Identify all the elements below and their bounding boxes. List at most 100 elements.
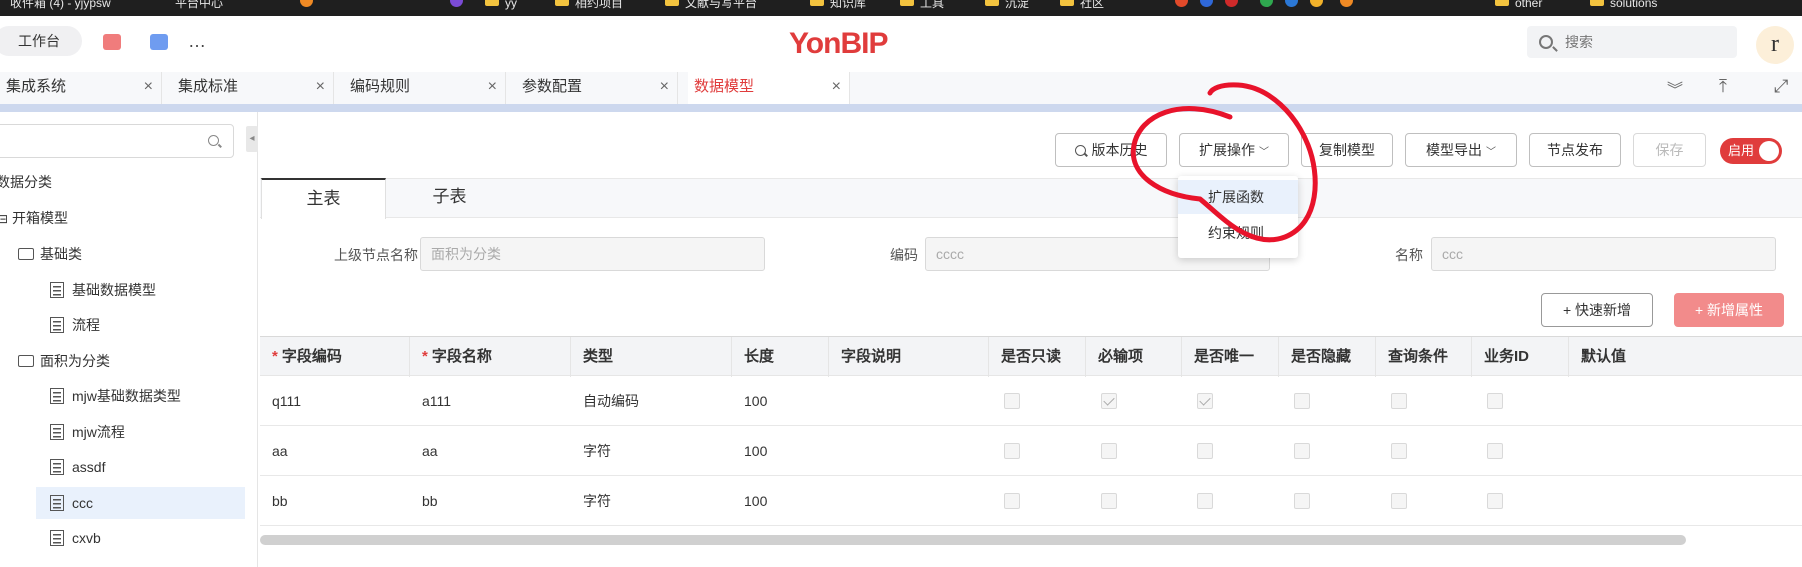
bookmark-dot-icon[interactable] xyxy=(1285,0,1298,16)
bizid-checkbox[interactable] xyxy=(1487,443,1503,459)
bookmark-item[interactable]: 工具 xyxy=(900,0,944,16)
column-header[interactable]: 字段说明 xyxy=(829,337,989,377)
readonly-checkbox[interactable] xyxy=(1004,493,1020,509)
tab-integration-standard[interactable]: 集成标准 × xyxy=(172,72,334,106)
parent-node-field[interactable]: 面积为分类 xyxy=(420,237,765,271)
menu-item-constraint-rules[interactable]: 约束规则 xyxy=(1178,216,1298,250)
fullscreen-icon[interactable]: ⤢ xyxy=(1774,76,1788,97)
unique-checkbox[interactable] xyxy=(1197,493,1213,509)
column-header[interactable]: * 字段名称 xyxy=(410,337,571,377)
hidden-checkbox[interactable] xyxy=(1294,393,1310,409)
unique-checkbox[interactable] xyxy=(1197,443,1213,459)
close-icon[interactable]: × xyxy=(316,72,325,102)
tree-node-ccc[interactable]: ccc xyxy=(36,487,245,519)
tab-data-model[interactable]: 数据模型 × xyxy=(688,72,850,106)
upload-icon[interactable]: ⤒ xyxy=(1719,76,1727,97)
close-icon[interactable]: × xyxy=(144,72,153,102)
bookmark-item[interactable]: other xyxy=(1495,0,1542,16)
readonly-checkbox[interactable] xyxy=(1004,393,1020,409)
tab-param-config[interactable]: 参数配置 × xyxy=(516,72,678,106)
column-header[interactable]: 是否隐藏 xyxy=(1279,337,1376,377)
chevrons-down-icon[interactable]: ︾ xyxy=(1667,76,1683,100)
bookmark-item[interactable]: 社区 xyxy=(1060,0,1104,16)
tree-node-data-category[interactable]: 数据分类 xyxy=(0,166,52,198)
close-icon[interactable]: × xyxy=(832,72,841,102)
column-header[interactable]: 类型 xyxy=(571,337,732,377)
close-icon[interactable]: × xyxy=(488,72,497,102)
bookmark-item[interactable]: 知识库 xyxy=(810,0,866,16)
tree-node-boxed-models[interactable]: ⊟ 开箱模型 xyxy=(0,202,68,234)
bookmark-item[interactable]: 收件箱 (4) - yjypsw xyxy=(10,0,111,16)
tree-node-flow[interactable]: 流程 xyxy=(50,309,100,341)
version-history-button[interactable]: 版本历史 xyxy=(1055,133,1167,167)
column-header[interactable]: 是否只读 xyxy=(989,337,1086,377)
column-header[interactable]: 长度 xyxy=(732,337,829,377)
collapse-sidebar-handle[interactable]: ◂ xyxy=(246,126,258,152)
table-row[interactable]: q111 a111 自动编码 100 xyxy=(260,376,1802,426)
global-search[interactable] xyxy=(1527,26,1737,58)
query-checkbox[interactable] xyxy=(1391,493,1407,509)
tree-node-area-category[interactable]: 面积为分类 xyxy=(18,345,110,377)
bookmark-item[interactable]: yy xyxy=(485,0,517,16)
tree-node-basic-data-model[interactable]: 基础数据模型 xyxy=(50,274,156,306)
avatar[interactable]: r xyxy=(1756,26,1794,64)
name-field[interactable]: ccc xyxy=(1431,237,1776,271)
node-publish-button[interactable]: 节点发布 xyxy=(1529,133,1621,167)
column-header[interactable]: 是否唯一 xyxy=(1182,337,1279,377)
table-row[interactable]: aa aa 字符 100 xyxy=(260,426,1802,476)
tree-search-input[interactable] xyxy=(0,124,234,158)
app-icon-blue[interactable] xyxy=(150,34,168,50)
bookmark-item[interactable]: 相约项目 xyxy=(555,0,623,16)
bookmark-dot-icon[interactable] xyxy=(1340,0,1353,16)
bookmark-dot-icon[interactable] xyxy=(1225,0,1238,16)
tab-main-table[interactable]: 主表 xyxy=(261,178,386,219)
column-header[interactable]: * 字段编码 xyxy=(260,337,410,377)
bizid-checkbox[interactable] xyxy=(1487,493,1503,509)
bookmark-dot-icon[interactable] xyxy=(300,0,313,16)
bookmark-dot-icon[interactable] xyxy=(1260,0,1273,16)
readonly-checkbox[interactable] xyxy=(1004,443,1020,459)
bookmark-dot-icon[interactable] xyxy=(1175,0,1188,16)
bookmark-dot-icon[interactable] xyxy=(1310,0,1323,16)
column-header[interactable]: 必输项 xyxy=(1086,337,1182,377)
more-icon[interactable]: … xyxy=(188,32,207,50)
app-icon-red[interactable] xyxy=(103,34,121,50)
bookmark-item[interactable]: solutions xyxy=(1590,0,1657,16)
enable-toggle[interactable]: 启用 xyxy=(1720,138,1782,164)
table-row[interactable]: bb bb 字符 100 xyxy=(260,476,1802,526)
bookmark-item[interactable]: 平台中心 xyxy=(175,0,223,16)
tree-node-mjw-flow[interactable]: mjw流程 xyxy=(50,416,125,448)
bizid-checkbox[interactable] xyxy=(1487,393,1503,409)
required-checkbox[interactable] xyxy=(1101,393,1117,409)
menu-item-extend-function[interactable]: 扩展函数 xyxy=(1178,180,1298,214)
tab-coding-rules[interactable]: 编码规则 × xyxy=(344,72,506,106)
collapse-icon[interactable]: ⊟ xyxy=(0,212,8,226)
required-checkbox[interactable] xyxy=(1101,443,1117,459)
column-header[interactable]: 查询条件 xyxy=(1376,337,1472,377)
tree-node-assdf[interactable]: assdf xyxy=(50,451,105,483)
column-header[interactable]: 业务ID xyxy=(1472,337,1569,377)
tree-node-mjw-basic[interactable]: mjw基础数据类型 xyxy=(50,380,181,412)
add-attribute-button[interactable]: + 新增属性 xyxy=(1674,293,1784,327)
tree-node-basic[interactable]: 基础类 xyxy=(18,238,82,270)
save-button[interactable]: 保存 xyxy=(1633,133,1706,167)
quick-add-button[interactable]: + 快速新增 xyxy=(1541,293,1653,327)
required-checkbox[interactable] xyxy=(1101,493,1117,509)
unique-checkbox[interactable] xyxy=(1197,393,1213,409)
query-checkbox[interactable] xyxy=(1391,393,1407,409)
hidden-checkbox[interactable] xyxy=(1294,493,1310,509)
tree-node-cxvb[interactable]: cxvb xyxy=(50,522,101,554)
bookmark-item[interactable]: 文献与写平台 xyxy=(665,0,757,16)
query-checkbox[interactable] xyxy=(1391,443,1407,459)
bookmark-dot-icon[interactable] xyxy=(1200,0,1213,16)
column-header[interactable]: 默认值 xyxy=(1569,337,1802,377)
extend-ops-button[interactable]: 扩展操作 ﹀ xyxy=(1179,133,1289,167)
copy-model-button[interactable]: 复制模型 xyxy=(1301,133,1393,167)
close-icon[interactable]: × xyxy=(660,72,669,102)
horizontal-scrollbar[interactable] xyxy=(260,535,1686,545)
workbench-button[interactable]: 工作台 xyxy=(0,26,82,56)
model-export-button[interactable]: 模型导出 ﹀ xyxy=(1405,133,1517,167)
search-input[interactable] xyxy=(1565,32,1725,52)
bookmark-item[interactable]: 沉淀 xyxy=(985,0,1029,16)
bookmark-dot-icon[interactable] xyxy=(450,0,463,16)
